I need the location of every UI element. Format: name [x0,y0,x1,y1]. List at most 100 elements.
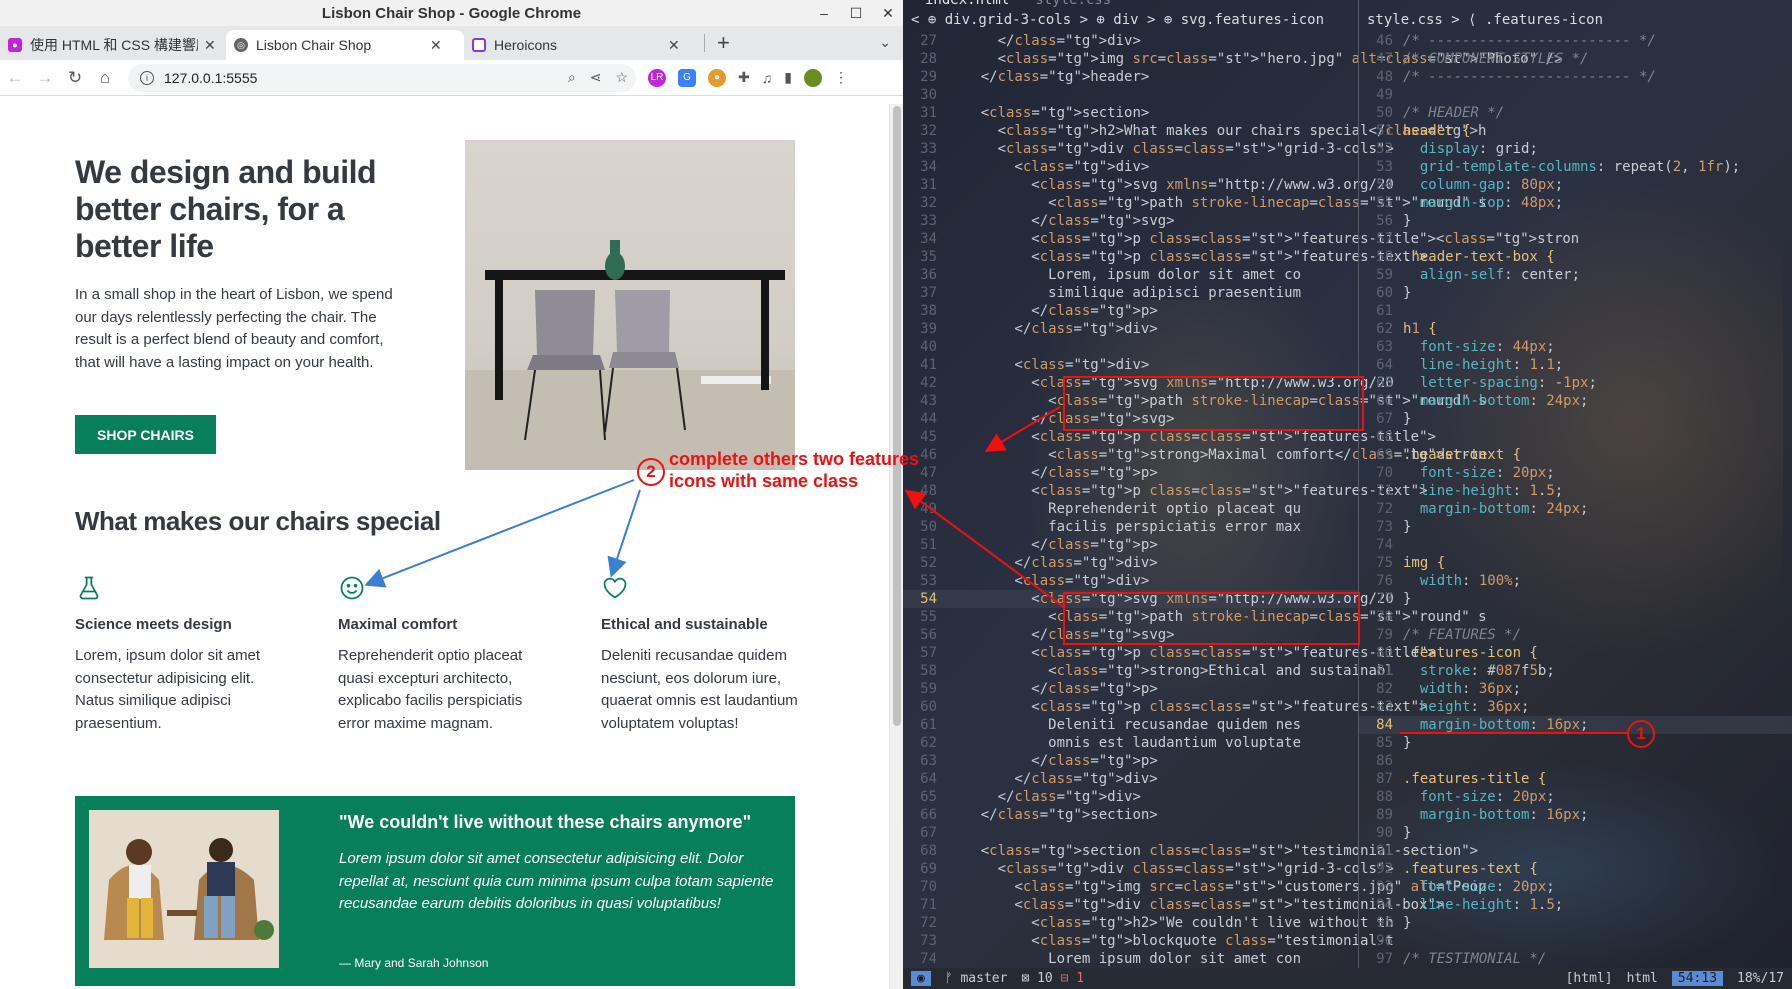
css-line[interactable]: 59 align-self: center; [1359,266,1792,284]
css-line[interactable]: 49 [1359,86,1792,104]
html-line[interactable]: 46 <class="tg">strong>Maximal comfort</c… [903,446,1486,464]
css-line[interactable]: 48 /* ------------------------ */ [1359,68,1792,86]
css-pane[interactable]: style.css > ⟨ .features-icon 46 /* ------… [1359,0,1792,968]
html-line[interactable]: 57 <class="tg">p class=class="st">"featu… [903,644,1436,662]
sidepanel-icon[interactable]: ▮ [784,69,792,86]
menu-icon[interactable]: ⋮ [834,69,848,86]
css-line[interactable]: 79 /* FEATURES */ [1359,626,1792,644]
html-code[interactable]: 27 </class="tg">div> 28 <class="tg">img s… [903,32,1579,968]
html-line[interactable]: 31 <class="tg">svg xmlns="http://www.w3.… [903,176,1394,194]
tab-close-icon[interactable]: ✕ [668,37,680,54]
css-line[interactable]: 87 .features-title { [1359,770,1792,788]
html-line[interactable]: 60 <class="tg">p class=class="st">"featu… [903,698,1427,716]
html-line[interactable]: 47 </class="tg">p> [903,464,1358,482]
html-pane[interactable]: < ⊕ div.grid-3-cols > ⊕ div > ⊕ svg.feat… [903,0,1579,968]
tab-html-css[interactable]: ● 使用 HTML 和 CSS 構建響應 ✕ [0,30,226,60]
html-line[interactable]: 64 </class="tg">div> [903,770,1358,788]
html-line[interactable]: 44 </class="tg">svg> [903,410,1358,428]
html-line[interactable]: 55 <class="tg">path stroke-linecap=class… [903,608,1486,626]
css-line[interactable]: 46 /* ------------------------ */ [1359,32,1792,50]
css-line[interactable]: 66 margin-bottom: 24px; [1359,392,1792,410]
css-line[interactable]: 52 display: grid; [1359,140,1792,158]
css-line[interactable]: 54 column-gap: 80px; [1359,176,1792,194]
css-line[interactable]: 71 line-height: 1.5; [1359,482,1792,500]
html-line[interactable]: 30 [903,86,1358,104]
css-line[interactable]: 86 [1359,752,1792,770]
star-icon[interactable]: ☆ [615,69,628,86]
close-icon[interactable]: ✕ [879,5,897,22]
page-scrollbar[interactable] [889,104,903,989]
translate-icon[interactable]: G [678,68,696,87]
css-line[interactable]: 60} [1359,284,1792,302]
css-line[interactable]: 89 margin-bottom: 16px; [1359,806,1792,824]
back-icon[interactable]: ← [0,68,30,88]
html-line[interactable]: 29 </class="tg">header> [903,68,1358,86]
html-line[interactable]: 33 <class="tg">div class=class="st">"gri… [903,140,1394,158]
css-line[interactable]: 75 img { [1359,554,1792,572]
html-line[interactable]: 43 <class="tg">path stroke-linecap=class… [903,392,1486,410]
address-bar[interactable]: i 127.0.0.1:5555 ⌕ ⋖ ☆ [128,63,636,92]
html-line[interactable]: 74 Lorem ipsum dolor sit amet con [903,950,1358,968]
css-line[interactable]: 47 /* COMPONENT STYLES */ [1359,50,1792,68]
css-line[interactable]: 96 [1359,932,1792,950]
tab-close-icon[interactable]: ✕ [430,37,442,54]
home-icon[interactable]: ⌂ [90,68,120,88]
css-line[interactable]: 72 margin-bottom: 24px; [1359,500,1792,518]
css-line[interactable]: 76 width: 100%; [1359,572,1792,590]
css-line[interactable]: 73} [1359,518,1792,536]
css-line[interactable]: 91 [1359,842,1792,860]
css-line[interactable]: 65 letter-spacing: -1px; [1359,374,1792,392]
maximize-icon[interactable]: ☐ [847,5,865,22]
css-line[interactable]: 90} [1359,824,1792,842]
html-line[interactable]: 38 </class="tg">p> [903,302,1358,320]
reload-icon[interactable]: ↻ [60,68,90,88]
chevron-down-icon[interactable]: ⌄ [879,34,891,51]
html-line[interactable]: 65 </class="tg">div> [903,788,1358,806]
html-line[interactable]: 62 omnis est laudantium voluptate [903,734,1358,752]
html-line[interactable]: 72 <class="tg">h2>"We couldn't live with… [903,914,1394,932]
forward-icon[interactable]: → [30,68,60,88]
css-line[interactable]: 85} [1359,734,1792,752]
html-line[interactable]: 71 <class="tg">div class=class="st">"tes… [903,896,1444,914]
html-line[interactable]: 59 </class="tg">p> [903,680,1358,698]
html-line[interactable]: 27 </class="tg">div> [903,32,1358,50]
html-line[interactable]: 35 <class="tg">p class=class="st">"featu… [903,248,1427,266]
css-line[interactable]: 68 [1359,428,1792,446]
tab-heroicons[interactable]: Heroicons ✕ [464,30,704,60]
css-line[interactable]: 61 [1359,302,1792,320]
css-line[interactable]: 57 [1359,230,1792,248]
css-line[interactable]: 92 .features-text { [1359,860,1792,878]
html-line[interactable]: 58 <class="tg">strong>Ethical and sustai… [903,662,1394,680]
css-line[interactable]: 69 .header-text { [1359,446,1792,464]
html-line[interactable]: 34 <class="tg">p class=class="st">"featu… [903,230,1579,248]
html-line[interactable]: 48 <class="tg">p class=class="st">"featu… [903,482,1427,500]
html-line[interactable]: 61 Deleniti recusandae quidem nes [903,716,1358,734]
css-line[interactable]: 56} [1359,212,1792,230]
html-line[interactable]: 69 <class="tg">div class=class="st">"gri… [903,860,1394,878]
html-line[interactable]: 53 <class="tg">div> [903,572,1358,590]
tab-close-icon[interactable]: ✕ [204,37,216,54]
html-line[interactable]: 40 [903,338,1358,356]
html-line[interactable]: 63 </class="tg">p> [903,752,1358,770]
css-line[interactable]: 51 header { [1359,122,1792,140]
css-line[interactable]: 58 .header-text-box { [1359,248,1792,266]
cookie-icon[interactable]: ● [708,68,726,87]
css-line[interactable]: 74 [1359,536,1792,554]
css-line[interactable]: 94 line-height: 1.5; [1359,896,1792,914]
html-line[interactable]: 39 </class="tg">div> [903,320,1358,338]
html-line[interactable]: 66 </class="tg">section> [903,806,1358,824]
html-line[interactable]: 45 <class="tg">p class=class="st">"featu… [903,428,1436,446]
html-line[interactable]: 49 Reprehenderit optio placeat qu [903,500,1358,518]
css-line[interactable]: 84 margin-bottom: 16px; [1359,716,1792,734]
css-line[interactable]: 77} [1359,590,1792,608]
css-line[interactable]: 53 grid-template-columns: repeat(2, 1fr)… [1359,158,1792,176]
html-line[interactable]: 37 similique adipisci praesentium [903,284,1358,302]
css-line[interactable]: 88 font-size: 20px; [1359,788,1792,806]
css-line[interactable]: 82 width: 36px; [1359,680,1792,698]
html-line[interactable]: 67 [903,824,1358,842]
html-line[interactable]: 28 <class="tg">img src=class="st">"hero.… [903,50,1562,68]
css-line[interactable]: 55 margin-top: 48px; [1359,194,1792,212]
html-line[interactable]: 32 <class="tg">path stroke-linecap=class… [903,194,1486,212]
css-line[interactable]: 83 height: 36px; [1359,698,1792,716]
avatar[interactable] [803,68,822,87]
